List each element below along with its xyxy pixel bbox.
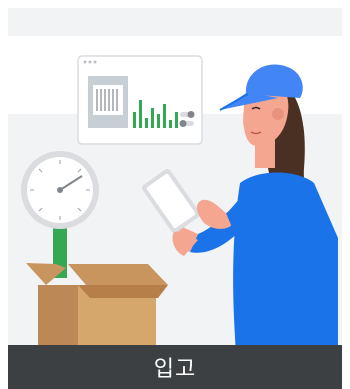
dashboard-window-icon	[77, 55, 203, 145]
card-caption: 입고	[153, 357, 197, 382]
scale-icon	[21, 151, 99, 278]
card[interactable]: 입고	[8, 8, 342, 389]
receiving-illustration	[21, 55, 338, 353]
tablet-icon	[142, 169, 200, 233]
cardboard-box-icon	[26, 263, 168, 353]
caption-bar: 입고	[8, 345, 342, 389]
